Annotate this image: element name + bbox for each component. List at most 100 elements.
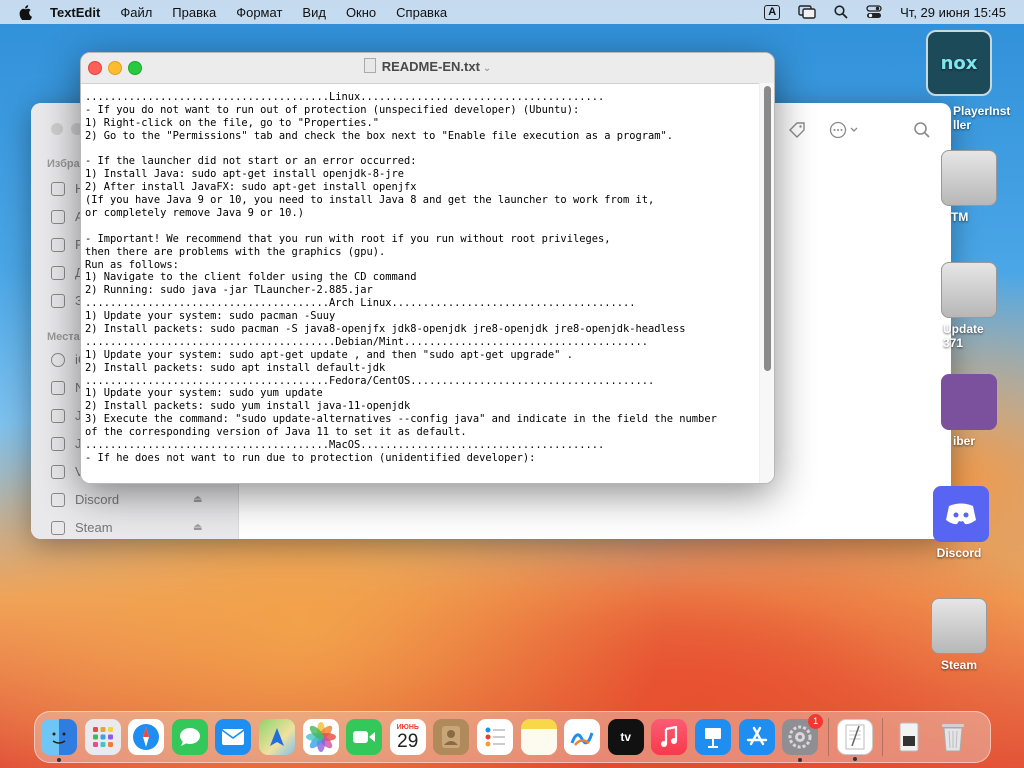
- sidebar-item[interactable]: З: [51, 293, 83, 308]
- text-line: .......................................L…: [85, 91, 605, 103]
- text-line: 3) Execute the command: "sudo update-alt…: [85, 413, 717, 426]
- title-bar[interactable]: README-EN.txt ⌄: [81, 53, 774, 84]
- desktop-icon-steam[interactable]: Steam: [913, 598, 1005, 672]
- facetime-icon[interactable]: [346, 719, 383, 755]
- sidebar-item[interactable]: Д: [51, 265, 84, 280]
- chevron-down-icon[interactable]: ⌄: [483, 63, 491, 74]
- textedit-icon[interactable]: [836, 719, 873, 761]
- desktop-icon-label: iber: [953, 434, 976, 448]
- text-line: 1) Right-click on the file, go to "Prope…: [85, 116, 380, 129]
- sidebar-section-favorites: Избра: [47, 158, 80, 170]
- menu-window[interactable]: Окно: [346, 5, 376, 20]
- sidebar-item[interactable]: J: [51, 436, 82, 451]
- text-line: - Important! We recommend that you run w…: [85, 232, 611, 245]
- running-indicator: [57, 758, 61, 762]
- text-line: of the corresponding version of Java 11 …: [85, 426, 467, 439]
- keynote-icon[interactable]: [694, 719, 731, 755]
- desktop-icon-nox-installer[interactable]: nox PlayerInst ller: [913, 30, 1010, 132]
- document-text[interactable]: .......................................L…: [85, 91, 761, 481]
- safari-icon[interactable]: [128, 719, 165, 755]
- text-line: .......................................M…: [85, 439, 605, 452]
- menu-file[interactable]: Файл: [120, 5, 152, 20]
- menu-format[interactable]: Формат: [236, 5, 282, 20]
- launchpad-icon[interactable]: [84, 719, 121, 755]
- tag-icon[interactable]: [788, 121, 806, 139]
- discord-icon: [933, 486, 989, 542]
- search-icon[interactable]: [913, 121, 931, 139]
- svg-text:nox: nox: [941, 53, 978, 74]
- drive-icon: [51, 464, 65, 479]
- text-line: .......................................A…: [85, 297, 636, 310]
- downloads-icon[interactable]: [891, 719, 927, 755]
- desktop-icon-viber[interactable]: iber: [913, 374, 1005, 448]
- apple-menu-icon[interactable]: [18, 4, 34, 20]
- textedit-window[interactable]: README-EN.txt ⌄ .........................…: [80, 52, 775, 484]
- notification-badge: 1: [808, 714, 824, 729]
- calendar-day: 29: [397, 730, 419, 752]
- screen-mirroring-icon[interactable]: [798, 5, 816, 19]
- messages-icon[interactable]: [171, 719, 208, 755]
- music-icon[interactable]: [651, 719, 688, 755]
- desktop-icon-discord[interactable]: Discord: [913, 486, 1005, 560]
- desktop-icon-label: TM: [951, 210, 969, 224]
- desktop-icon-tm[interactable]: TM: [913, 150, 1005, 224]
- spotlight-search-icon[interactable]: [834, 5, 848, 19]
- calendar-icon[interactable]: ИЮНЬ 29: [389, 719, 426, 755]
- notes-icon[interactable]: [520, 719, 557, 755]
- text-line: ........................................…: [85, 335, 649, 348]
- sidebar-item[interactable]: J: [51, 408, 82, 423]
- scrollbar-thumb[interactable]: [764, 86, 771, 371]
- finder-close-icon[interactable]: [51, 123, 63, 135]
- sidebar-item[interactable]: Р: [51, 237, 84, 252]
- more-actions-icon[interactable]: [829, 121, 861, 139]
- sidebar-item-label: Discord: [75, 492, 120, 507]
- mail-icon[interactable]: [215, 719, 252, 755]
- minimize-window-icon[interactable]: [108, 61, 122, 75]
- document-title: README-EN.txt: [381, 59, 480, 74]
- control-center-icon[interactable]: [866, 5, 882, 19]
- freeform-icon[interactable]: [564, 719, 601, 755]
- eject-icon[interactable]: ⏏: [193, 494, 202, 505]
- sidebar-item[interactable]: А: [51, 209, 84, 224]
- trash-icon[interactable]: [935, 719, 971, 755]
- sidebar-item[interactable]: V: [51, 464, 84, 479]
- dock-separator: [827, 718, 829, 756]
- text-line: - If you do not want to run out of prote…: [85, 103, 580, 116]
- drive-icon: [51, 520, 65, 535]
- nox-icon: nox: [926, 30, 992, 96]
- desktop-icon-update[interactable]: Update 371: [913, 262, 1005, 350]
- text-line: 1) Update your system: sudo apt-get upda…: [85, 348, 573, 361]
- eject-icon[interactable]: ⏏: [193, 522, 202, 533]
- menu-edit[interactable]: Правка: [172, 5, 216, 20]
- system-settings-icon[interactable]: 1: [782, 714, 824, 762]
- contacts-icon[interactable]: [433, 719, 470, 755]
- sidebar-item-steam[interactable]: Steam ⏏: [51, 520, 202, 535]
- menu-app-name[interactable]: TextEdit: [50, 5, 100, 20]
- desktop-icon-label: Discord: [936, 546, 982, 560]
- text-line: - If he does not want to run due to prot…: [85, 451, 536, 464]
- text-line: 2) Running: sudo java -jar TLauncher-2.8…: [85, 284, 373, 297]
- text-line: [85, 220, 761, 233]
- maps-icon[interactable]: [258, 719, 295, 755]
- photos-icon[interactable]: [302, 719, 339, 755]
- reminders-icon[interactable]: [476, 719, 513, 755]
- menu-help[interactable]: Справка: [396, 5, 447, 20]
- close-window-icon[interactable]: [88, 61, 102, 75]
- menu-clock[interactable]: Чт, 29 июня 15:45: [900, 5, 1006, 20]
- text-line: 2) After install JavaFX: sudo apt-get in…: [85, 181, 417, 194]
- sidebar-item-discord[interactable]: Discord ⏏: [51, 492, 202, 507]
- sidebar-item-icon: [51, 265, 65, 280]
- drive-icon: [51, 492, 65, 507]
- disk-image-icon: [941, 150, 997, 206]
- window-title[interactable]: README-EN.txt ⌄: [81, 53, 774, 83]
- desktop-icon-label: Steam: [940, 658, 978, 672]
- menu-view[interactable]: Вид: [302, 5, 326, 20]
- zoom-window-icon[interactable]: [128, 61, 142, 75]
- text-line: Run as follows:: [85, 258, 179, 271]
- input-source-icon[interactable]: A: [764, 4, 781, 20]
- finder-icon[interactable]: [41, 719, 77, 762]
- text-line: [85, 143, 761, 156]
- apple-tv-icon[interactable]: tv: [607, 719, 644, 755]
- app-store-icon[interactable]: [738, 719, 775, 755]
- text-line: 2) Install packets: sudo apt install def…: [85, 361, 386, 374]
